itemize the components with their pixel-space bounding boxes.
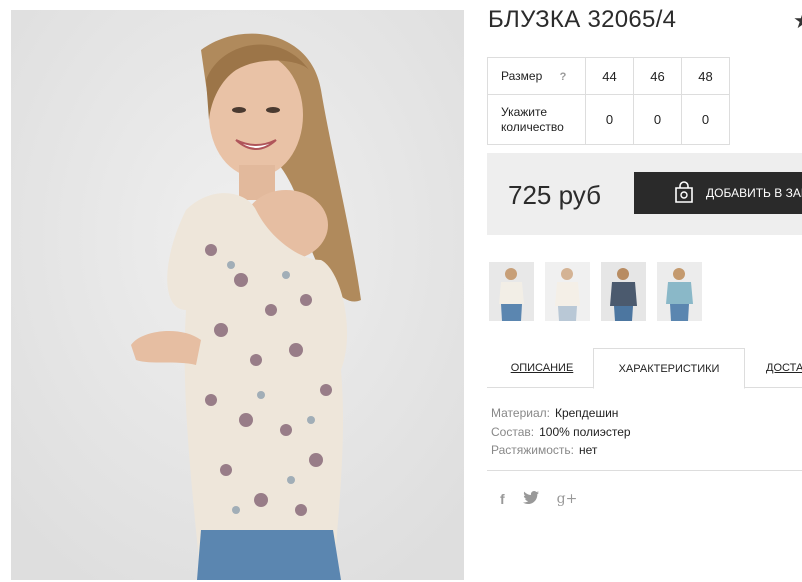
spec-key: Материал: — [491, 406, 550, 420]
model-wearing-blouse-image — [11, 10, 464, 580]
star-icon[interactable]: ★ — [793, 8, 802, 34]
size-help-icon[interactable]: ? — [560, 71, 567, 83]
add-to-cart-label: ДОБАВИТЬ В ЗАКАЗ — [706, 186, 802, 200]
product-tabs: ОПИСАНИЕ ХАРАКТЕРИСТИКИ ДОСТАВКА — [487, 348, 802, 389]
product-thumbnail[interactable] — [545, 262, 590, 321]
size-label-cell: Размер ? — [487, 57, 586, 95]
product-title: БЛУЗКА 32065/4 — [488, 6, 677, 33]
twitter-bird-icon[interactable] — [522, 491, 539, 507]
quantity-label-line2: количество — [501, 119, 564, 134]
add-to-cart-button[interactable]: ДОБАВИТЬ В ЗАКАЗ — [634, 172, 802, 214]
divider — [487, 470, 802, 471]
quantity-input[interactable]: 0 — [585, 94, 634, 145]
quantity-label-cell: Укажите количество — [487, 94, 586, 145]
size-option[interactable]: 48 — [681, 57, 730, 95]
thumbnail-gallery — [489, 262, 702, 321]
spec-value: нет — [579, 443, 598, 457]
product-thumbnail[interactable] — [601, 262, 646, 321]
size-quantity-table: Размер ? 44 46 48 Укажите количество 0 0… — [487, 57, 730, 145]
tab-characteristics[interactable]: ХАРАКТЕРИСТИКИ — [593, 348, 745, 389]
quantity-label-line1: Укажите — [501, 104, 548, 119]
spec-row: Состав: 100% полиэстер — [491, 423, 631, 442]
purchase-box: 725 руб ДОБАВИТЬ В ЗАКАЗ — [487, 153, 802, 235]
price: 725 руб — [508, 180, 601, 210]
spec-value: Крепдешин — [554, 406, 619, 420]
facebook-icon[interactable]: f — [500, 491, 505, 507]
social-share: f g+ — [500, 491, 577, 507]
characteristics-list: Материал: Крепдешин Состав: 100% полиэстер… — [491, 404, 631, 460]
googleplus-icon[interactable]: g+ — [557, 491, 578, 507]
spec-key: Состав: — [491, 424, 535, 439]
product-thumbnail[interactable] — [489, 262, 534, 321]
shopping-bag-icon — [675, 181, 693, 203]
spec-key: Растяжимость: — [491, 443, 575, 457]
tab-delivery[interactable]: ДОСТАВКА — [753, 348, 802, 388]
spec-row: Растяжимость: нет — [491, 441, 631, 460]
size-label: Размер — [501, 69, 543, 83]
quantity-input[interactable]: 0 — [681, 94, 730, 145]
product-photo[interactable] — [11, 10, 464, 580]
size-option[interactable]: 46 — [633, 57, 682, 95]
product-thumbnail[interactable] — [657, 262, 702, 321]
tab-description[interactable]: ОПИСАНИЕ — [495, 348, 589, 388]
quantity-input[interactable]: 0 — [633, 94, 682, 145]
spec-value: 100% полиэстер — [539, 424, 631, 439]
spec-row: Материал: Крепдешин — [491, 404, 631, 423]
size-option[interactable]: 44 — [585, 57, 634, 95]
